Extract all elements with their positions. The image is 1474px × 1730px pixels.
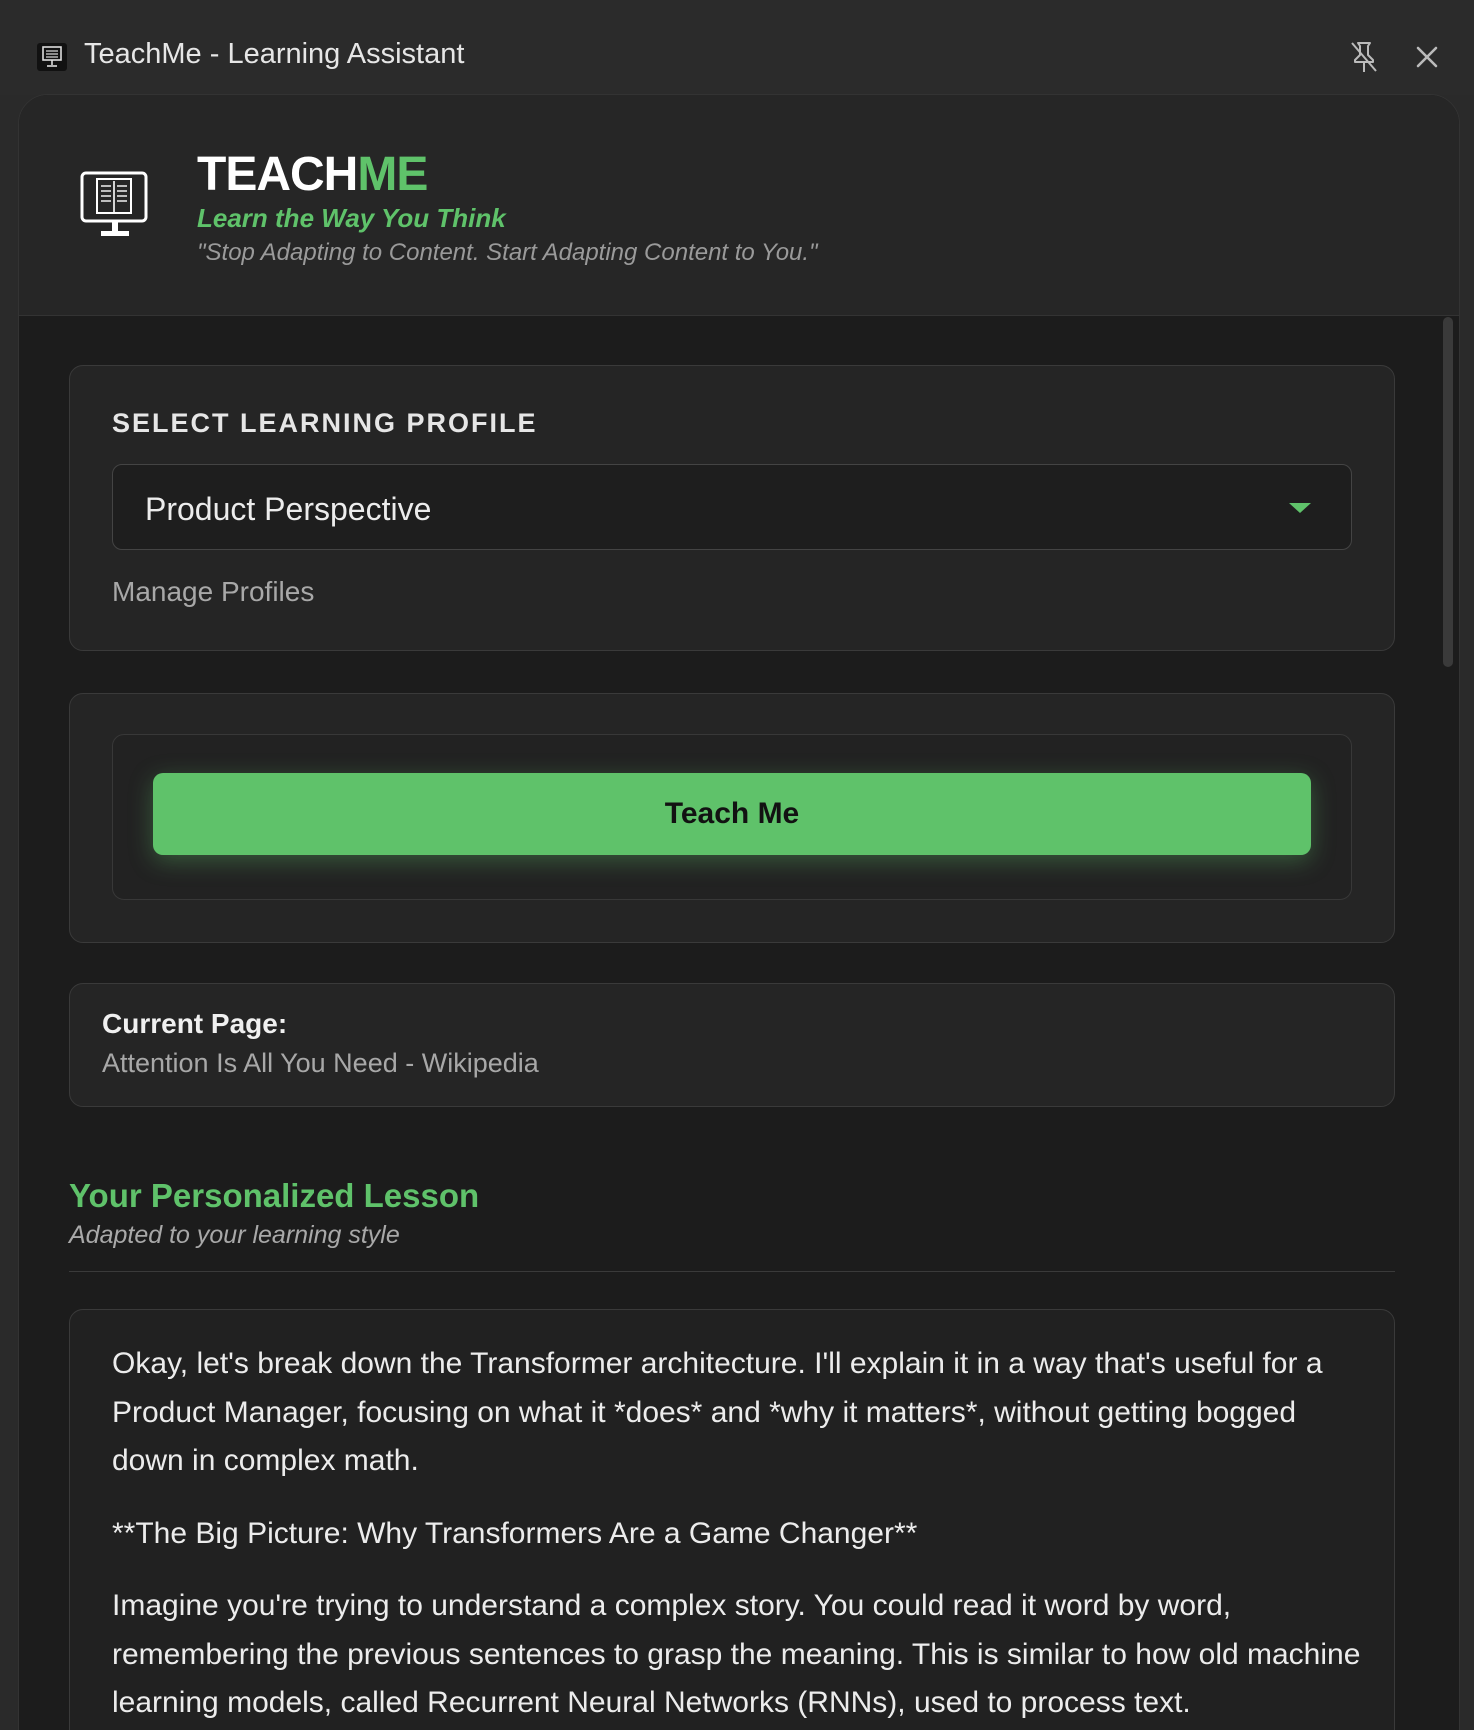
profile-select[interactable]: Product Perspective (112, 464, 1352, 550)
motto-quote: "Stop Adapting to Content. Start Adaptin… (197, 239, 818, 266)
lesson-paragraph: Okay, let's break down the Transformer a… (112, 1347, 1323, 1477)
profile-select-value: Product Perspective (145, 491, 432, 527)
lesson-paragraph: **The Big Picture: Why Transformers Are … (112, 1516, 918, 1550)
lesson-subtitle: Adapted to your learning style (69, 1221, 400, 1249)
profile-card: SELECT LEARNING PROFILE Product Perspect… (69, 365, 1395, 651)
brand-logo: TEACHME (197, 147, 428, 202)
lesson-paragraph: Imagine you're trying to understand a co… (112, 1589, 1361, 1719)
teach-me-button[interactable]: Teach Me (153, 773, 1311, 855)
app-header: TEACHME Learn the Way You Think "Stop Ad… (19, 95, 1459, 316)
teach-button-container: Teach Me (112, 734, 1352, 900)
tagline: Learn the Way You Think (197, 203, 506, 233)
brand-accent: ME (357, 148, 428, 201)
monitor-book-icon (80, 171, 148, 236)
teach-card: Teach Me (69, 693, 1395, 943)
current-page-label: Current Page: (102, 1008, 288, 1039)
manage-profiles-link[interactable]: Manage Profiles (112, 576, 314, 608)
caret-down-icon (1289, 503, 1311, 513)
window-title: TeachMe - Learning Assistant (84, 38, 465, 70)
unpin-icon[interactable] (1348, 40, 1380, 74)
lesson-content-card: Okay, let's break down the Transformer a… (69, 1309, 1395, 1730)
brand-primary: TEACH (197, 148, 358, 201)
current-page-value: Attention Is All You Need - Wikipedia (102, 1048, 539, 1078)
main-panel: TEACHME Learn the Way You Think "Stop Ad… (18, 94, 1460, 1730)
close-icon[interactable] (1412, 42, 1442, 72)
title-bar: TeachMe - Learning Assistant (0, 0, 1474, 95)
scrollbar-thumb[interactable] (1443, 317, 1453, 667)
app-window: TeachMe - Learning Assistant TEACHME Lea… (0, 0, 1474, 1730)
app-monitor-icon (37, 43, 67, 71)
lesson-title: Your Personalized Lesson (69, 1177, 480, 1214)
divider (69, 1271, 1395, 1272)
current-page-card: Current Page: Attention Is All You Need … (69, 983, 1395, 1107)
lesson-body: Okay, let's break down the Transformer a… (112, 1340, 1362, 1730)
profile-section-label: SELECT LEARNING PROFILE (112, 408, 538, 438)
